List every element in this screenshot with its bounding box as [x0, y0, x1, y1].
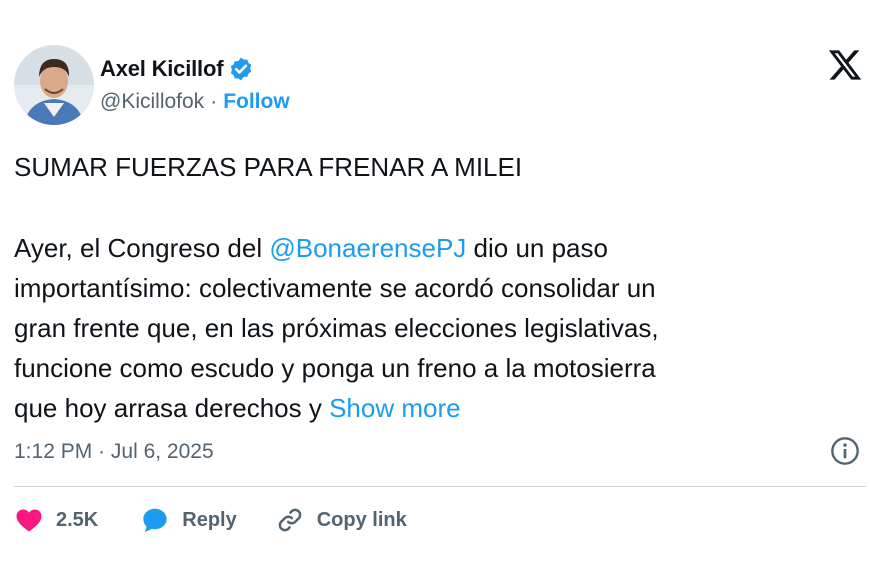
tweet-line-5: que hoy arrasa derechos y Show more — [14, 388, 854, 428]
timestamp-separator: · — [92, 440, 111, 463]
link-icon — [278, 508, 302, 532]
like-count: 2.5K — [56, 508, 99, 531]
tweet-line-1-suffix: dio un paso — [466, 233, 608, 263]
copy-link-label: Copy link — [316, 508, 407, 531]
timestamp-date: Jul 6, 2025 — [110, 440, 214, 463]
divider — [14, 486, 866, 487]
author-name[interactable]: Axel Kicillof — [100, 56, 224, 82]
tweet-line-5-prefix: que hoy arrasa derechos y — [14, 393, 330, 423]
author-name-row: Axel Kicillof — [100, 54, 254, 84]
copy-link-button[interactable]: Copy link — [275, 505, 407, 535]
action-bar: 2.5K Reply Copy link — [14, 502, 445, 538]
avatar-image — [14, 45, 94, 125]
tweet-card: Axel Kicillof @Kicillofok · Follow SUMAR… — [0, 0, 870, 580]
mention-link[interactable]: @BonaerensePJ — [269, 233, 466, 263]
tweet-line-1-prefix: Ayer, el Congreso del — [14, 233, 270, 263]
tweet-line-2: importantísimo: colectivamente se acordó… — [14, 273, 656, 303]
reply-bubble-icon — [143, 508, 167, 532]
tweet-line-4: funcione como escudo y ponga un freno a … — [14, 353, 656, 383]
author-handle[interactable]: @Kicillofok — [100, 90, 204, 114]
timestamp-time: 1:12 PM — [14, 440, 93, 463]
tweet-headline: SUMAR FUERZAS PARA FRENAR A MILEI — [14, 152, 523, 182]
reply-button[interactable]: Reply — [140, 505, 237, 535]
info-icon[interactable] — [829, 435, 861, 467]
verified-badge-icon — [231, 57, 252, 81]
tweet-line-3: gran frente que, en las próximas eleccio… — [14, 313, 659, 343]
author-handle-row: @Kicillofok · Follow — [100, 90, 290, 114]
follow-button[interactable]: Follow — [223, 90, 290, 114]
tweet-body: Ayer, el Congreso del @BonaerensePJ dio … — [14, 228, 854, 428]
like-button[interactable]: 2.5K — [14, 505, 98, 535]
reply-label: Reply — [182, 508, 237, 531]
heart-icon — [16, 509, 42, 532]
tweet-timestamp[interactable]: 1:12 PM · Jul 6, 2025 — [14, 440, 214, 464]
x-logo-icon[interactable] — [826, 47, 864, 83]
tweet-line-1: Ayer, el Congreso del @BonaerensePJ dio … — [14, 228, 854, 268]
avatar[interactable] — [14, 45, 94, 125]
show-more-link[interactable]: Show more — [329, 393, 461, 423]
handle-separator: · — [210, 90, 218, 113]
